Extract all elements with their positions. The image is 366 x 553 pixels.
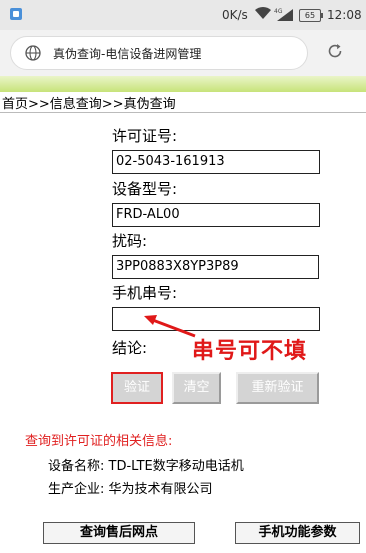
signal-icon: 4G <box>274 8 293 21</box>
reverify-button[interactable]: 重新验证 <box>236 372 319 404</box>
address-bar[interactable]: 真伪查询-电信设备进网管理 <box>10 36 308 70</box>
result-title: 查询到许可证的相关信息: <box>25 434 173 449</box>
app-notification-icon <box>10 8 22 20</box>
annotation-text: 串号可不填 <box>192 339 308 364</box>
battery-indicator: 65 <box>299 9 323 22</box>
model-label: 设备型号: <box>112 180 178 198</box>
verify-button[interactable]: 验证 <box>111 372 163 404</box>
device-name: 设备名称: TD-LTE数字移动电话机 <box>48 459 244 474</box>
license-label: 许可证号: <box>112 127 178 145</box>
scramble-code-input[interactable]: 3PP0883X8YP3P89 <box>112 255 319 279</box>
signal-label: 4G <box>274 8 283 15</box>
phone-params-button[interactable]: 手机功能参数 <box>235 522 360 544</box>
code-label: 扰码: <box>112 232 148 250</box>
status-bar: 0K/s 4G 65 12:08 <box>0 0 366 30</box>
manufacturer: 生产企业: 华为技术有限公司 <box>48 482 213 497</box>
network-speed: 0K/s <box>222 8 248 22</box>
clock: 12:08 <box>327 8 362 22</box>
service-points-button[interactable]: 查询售后网点 <box>43 522 195 544</box>
annotation-arrow-icon <box>144 315 196 338</box>
page-title: 真伪查询-电信设备进网管理 <box>53 47 202 61</box>
model-input[interactable]: FRD-AL00 <box>112 203 320 227</box>
globe-icon <box>25 45 41 61</box>
conclusion-label: 结论: <box>112 339 148 357</box>
license-number-input[interactable]: 02-5043-161913 <box>112 150 320 174</box>
browser-toolbar: 真伪查询-电信设备进网管理 <box>0 30 366 76</box>
header-banner <box>0 76 366 92</box>
clear-button[interactable]: 清空 <box>172 372 221 404</box>
reload-icon[interactable] <box>326 42 344 60</box>
divider <box>0 112 366 113</box>
breadcrumb[interactable]: 首页>>信息查询>>真伪查询 <box>2 93 176 112</box>
wifi-icon <box>255 6 271 19</box>
serial-label: 手机串号: <box>112 284 178 302</box>
